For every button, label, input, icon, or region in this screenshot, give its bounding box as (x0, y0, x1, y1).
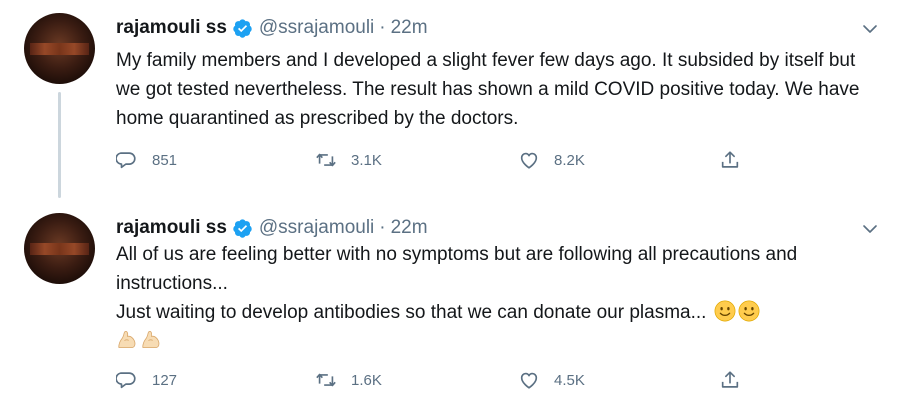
like-button[interactable]: 8.2K (518, 148, 585, 172)
retweet-count: 1.6K (351, 371, 382, 389)
share-icon (721, 371, 739, 388)
reply-count: 127 (152, 371, 178, 389)
tweet-text-line: Just waiting to develop antibodies so th… (116, 302, 707, 323)
flexed-biceps-icon (142, 331, 160, 349)
tweet-actions: 851 3.1K 8.2K (116, 148, 756, 172)
retweet-button[interactable]: 3.1K (315, 148, 382, 172)
thread-connector-line (58, 92, 61, 198)
share-button[interactable] (719, 148, 741, 172)
share-button[interactable] (719, 368, 741, 392)
like-button[interactable]: 4.5K (518, 368, 585, 392)
tweet-thread: rajamouli ss @ssrajamouli · 22m My famil… (0, 0, 899, 407)
like-count: 8.2K (554, 151, 585, 169)
heart-icon (520, 372, 538, 389)
slightly-smiling-face-icon (714, 300, 736, 322)
heart-icon (520, 152, 538, 169)
reply-button[interactable]: 851 (116, 148, 177, 172)
separator-dot: · (379, 217, 386, 238)
reply-bubble-icon (116, 152, 136, 169)
retweet-count: 3.1K (351, 151, 382, 169)
retweet-icon (316, 153, 336, 167)
separator-dot: · (379, 17, 386, 38)
chevron-down-icon[interactable] (861, 20, 879, 38)
tweet[interactable]: rajamouli ss @ssrajamouli · 22m My famil… (0, 0, 899, 200)
author-name[interactable]: rajamouli ss (116, 17, 227, 39)
tweet-actions: 127 1.6K 4.5K (116, 368, 756, 392)
tweet-header: rajamouli ss @ssrajamouli · 22m (116, 16, 428, 40)
retweet-icon (316, 373, 336, 387)
avatar[interactable] (24, 13, 95, 84)
tweet-text-line: All of us are feeling better with no sym… (116, 244, 803, 294)
avatar[interactable] (24, 213, 95, 284)
share-icon (721, 151, 739, 168)
verified-badge-icon (233, 18, 252, 38)
tweet-text: All of us are feeling better with no sym… (116, 240, 876, 356)
tweet-text: My family members and I developed a slig… (116, 50, 865, 129)
reply-bubble-icon (116, 372, 136, 389)
tweet-header: rajamouli ss @ssrajamouli · 22m (116, 216, 428, 240)
chevron-down-icon[interactable] (861, 220, 879, 238)
reply-count: 851 (152, 151, 178, 169)
tweet-timestamp[interactable]: 22m (391, 17, 428, 39)
tweet[interactable]: rajamouli ss @ssrajamouli · 22m All of u… (0, 200, 899, 407)
tweet-timestamp[interactable]: 22m (391, 217, 428, 239)
reply-button[interactable]: 127 (116, 368, 177, 392)
slightly-smiling-face-icon (738, 300, 760, 322)
retweet-button[interactable]: 1.6K (315, 368, 382, 392)
verified-badge-icon (233, 218, 252, 238)
author-handle[interactable]: @ssrajamouli (259, 17, 374, 39)
author-name[interactable]: rajamouli ss (116, 217, 227, 239)
like-count: 4.5K (554, 371, 585, 389)
author-handle[interactable]: @ssrajamouli (259, 217, 374, 239)
flexed-biceps-icon (118, 331, 136, 349)
